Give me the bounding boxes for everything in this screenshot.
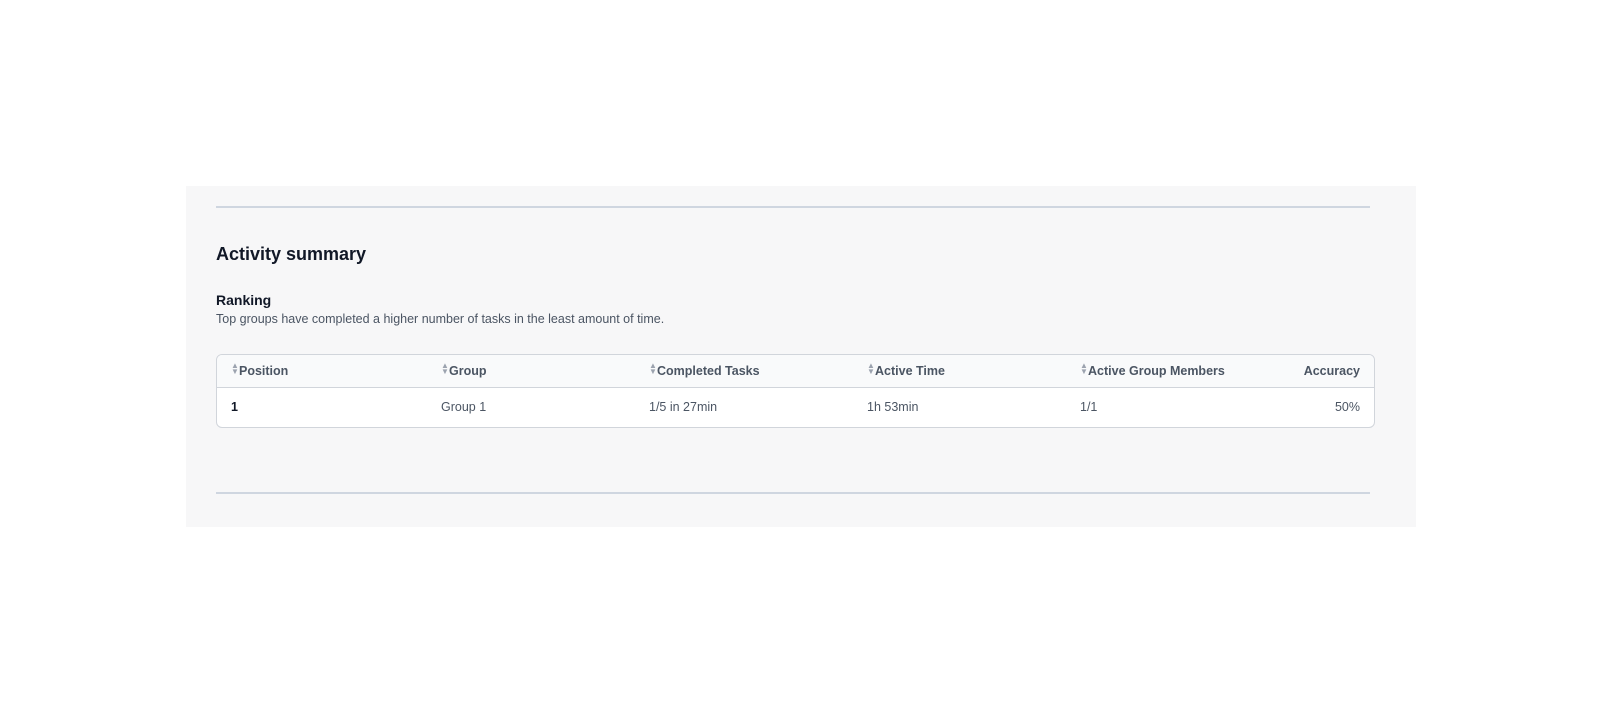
column-header-accuracy: Accuracy — [1256, 355, 1374, 387]
cell-active-time: 1h 53min — [867, 400, 919, 415]
column-label: Position — [239, 364, 289, 379]
column-header-active-time[interactable]: ▲ ▼ Active Time — [853, 355, 1066, 387]
table-header-row: ▲ ▼ Position ▲ ▼ Group ▲ ▼ Completed Tasks ▲ ▼ A… — [217, 355, 1374, 387]
column-label: Completed Tasks — [657, 364, 760, 379]
table-row: 1 Group 1 1/5 in 27min 1h 53min 1/1 50% — [217, 387, 1374, 427]
column-header-active-group-members[interactable]: ▲ ▼ Active Group Members — [1066, 355, 1256, 387]
column-label: Group — [449, 364, 487, 379]
ranking-description: Top groups have completed a higher numbe… — [216, 312, 665, 326]
activity-summary-panel: Activity summary Ranking Top groups have… — [186, 186, 1416, 527]
sort-icon[interactable]: ▲ ▼ — [1080, 362, 1088, 376]
bottom-divider — [216, 492, 1370, 494]
column-label: Accuracy — [1303, 363, 1360, 378]
column-header-position[interactable]: ▲ ▼ Position — [217, 355, 427, 387]
sort-icon[interactable]: ▲ ▼ — [231, 362, 239, 376]
column-label: Active Group Members — [1088, 364, 1225, 379]
ranking-table: ▲ ▼ Position ▲ ▼ Group ▲ ▼ Completed Tasks ▲ ▼ A… — [216, 354, 1375, 428]
top-divider — [216, 206, 1370, 208]
cell-completed-tasks: 1/5 in 27min — [649, 400, 718, 415]
column-label: Active Time — [875, 364, 945, 379]
ranking-title: Ranking — [216, 292, 272, 308]
sort-icon[interactable]: ▲ ▼ — [867, 362, 875, 376]
column-header-completed-tasks[interactable]: ▲ ▼ Completed Tasks — [635, 355, 853, 387]
sort-icon[interactable]: ▲ ▼ — [649, 362, 657, 376]
column-header-group[interactable]: ▲ ▼ Group — [427, 355, 635, 387]
cell-group: Group 1 — [441, 400, 487, 415]
sort-icon[interactable]: ▲ ▼ — [441, 362, 449, 376]
cell-accuracy: 50% — [1334, 400, 1360, 415]
cell-position: 1 — [231, 400, 238, 415]
section-title: Activity summary — [216, 244, 367, 264]
cell-active-group-members: 1/1 — [1080, 400, 1098, 415]
